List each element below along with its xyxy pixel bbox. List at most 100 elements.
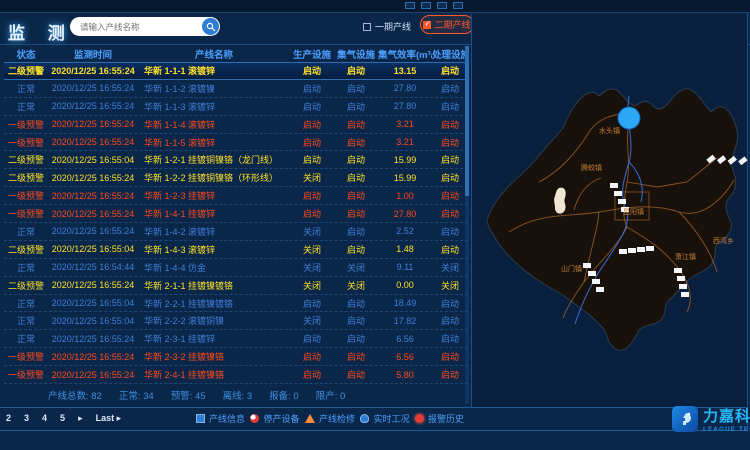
cell-proc: 启动: [432, 243, 468, 256]
cell-time: 2020/12/25 16:55:24: [48, 191, 138, 201]
cell-status: 二级预警: [4, 171, 48, 184]
district-map[interactable]: [479, 62, 750, 352]
legend-toggle-dot[interactable]: 报警历史: [415, 412, 464, 425]
page-button[interactable]: 5: [60, 413, 65, 424]
pagination: 2 3 4 5 ▸ Last ▸: [6, 413, 121, 424]
cell-eff: 6.56: [378, 334, 432, 344]
map-marker[interactable]: [618, 107, 640, 129]
table-row[interactable]: 一级预警2020/12/25 16:55:24华新 1-1-5 滚镀锌启动启动3…: [4, 134, 468, 152]
cell-name: 华新 2-1-1 挂镀镍镀铬: [138, 279, 290, 292]
summary-item: 报备: 0: [269, 388, 299, 402]
phase1-checkbox[interactable]: 一期产线: [363, 20, 411, 33]
cell-name: 华新 2-3-1 挂镀锌: [138, 332, 290, 345]
cell-prod: 启动: [290, 64, 334, 77]
cell-prod: 启动: [290, 332, 334, 345]
cell-eff: 17.82: [378, 316, 432, 326]
cell-name: 华新 1-4-3 滚镀锌: [138, 243, 290, 256]
table-row[interactable]: 正常2020/12/25 16:55:04华新 2-2-2 滚镀铜镍关闭启动17…: [4, 312, 468, 330]
table-row[interactable]: 一级预警2020/12/25 16:55:24华新 1-1-4 滚镀锌启动启动3…: [4, 116, 468, 134]
cell-prod: 关闭: [290, 243, 334, 256]
cell-name: 华新 1-2-2 挂镀铜镍铬（环形线）: [138, 171, 290, 184]
window-control-box[interactable]: [453, 2, 463, 9]
cell-eff: 0.00: [378, 280, 432, 290]
cell-prod: 启动: [290, 136, 334, 149]
legend-label: 停产设备: [263, 412, 299, 425]
cell-prod: 启动: [290, 153, 334, 166]
cell-status: 正常: [4, 332, 48, 345]
page-button[interactable]: 4: [42, 413, 47, 424]
table-row[interactable]: 一级预警2020/12/25 16:55:24华新 2-4-1 挂镀镍铬启动启动…: [4, 366, 468, 384]
table-row[interactable]: 二级预警2020/12/25 16:55:04华新 1-2-1 挂镀铜镍铬（龙门…: [4, 151, 468, 169]
summary-item: 正常: 34: [119, 388, 154, 402]
cell-gas: 启动: [334, 189, 378, 202]
search-input[interactable]: [70, 22, 202, 32]
cell-proc: 启动: [432, 189, 468, 202]
cell-time: 2020/12/25 16:55:24: [48, 137, 138, 147]
cell-status: 二级预警: [4, 64, 48, 77]
last-page-button[interactable]: Last ▸: [96, 413, 122, 424]
legend-label: 报警历史: [428, 412, 464, 425]
cell-gas: 关闭: [334, 261, 378, 274]
cell-proc: 启动: [432, 350, 468, 363]
table-row[interactable]: 一级预警2020/12/25 16:55:24华新 2-3-2 挂镀镍铬启动启动…: [4, 348, 468, 366]
column-header: 产线名称: [138, 47, 290, 61]
cell-prod: 启动: [290, 100, 334, 113]
legend-toggle-square[interactable]: 产线信息: [196, 412, 245, 425]
table-row[interactable]: 一级预警2020/12/25 16:55:24华新 1-2-3 挂镀锌启动启动1…: [4, 187, 468, 205]
window-control-box[interactable]: [405, 2, 415, 9]
cell-gas: 启动: [334, 153, 378, 166]
phase2-checkbox[interactable]: 二期产线: [420, 15, 474, 34]
column-header: 状态: [4, 47, 48, 61]
table-row[interactable]: 二级预警2020/12/25 16:55:24华新 1-2-2 挂镀铜镍铬（环形…: [4, 169, 468, 187]
cell-gas: 启动: [334, 350, 378, 363]
cell-prod: 启动: [290, 207, 334, 220]
cell-status: 正常: [4, 314, 48, 327]
cell-proc: 启动: [432, 100, 468, 113]
summary-item: 预警: 45: [171, 388, 206, 402]
cell-status: 正常: [4, 82, 48, 95]
window-top-strip: [0, 0, 750, 13]
table-row[interactable]: 二级预警2020/12/25 16:55:24华新 1-1-1 滚镀锌启动启动1…: [4, 62, 468, 80]
table-row[interactable]: 二级预警2020/12/25 16:55:04华新 1-4-3 滚镀锌关闭启动1…: [4, 241, 468, 259]
scrollbar-thumb[interactable]: [465, 46, 469, 196]
cell-name: 华新 2-3-2 挂镀镍铬: [138, 350, 290, 363]
cell-time: 2020/12/25 16:55:24: [48, 352, 138, 362]
window-control-box[interactable]: [421, 2, 431, 9]
cell-time: 2020/12/25 16:55:24: [48, 66, 138, 76]
next-page-button[interactable]: ▸: [78, 413, 83, 424]
cell-name: 华新 1-1-1 滚镀锌: [138, 64, 290, 77]
table-row[interactable]: 二级预警2020/12/25 16:55:24华新 2-1-1 挂镀镍镀铬关闭关…: [4, 277, 468, 295]
table-row[interactable]: 正常2020/12/25 16:55:24华新 2-3-1 挂镀锌启动启动6.5…: [4, 330, 468, 348]
cell-status: 一级预警: [4, 189, 48, 202]
brand-name-en: LEAGUE TECH: [703, 426, 750, 433]
table-row[interactable]: 正常2020/12/25 16:55:24华新 1-4-2 滚镀锌关闭启动2.5…: [4, 223, 468, 241]
summary-item: 离线: 3: [223, 388, 253, 402]
column-header: 监测时间: [48, 47, 138, 61]
cell-name: 华新 1-2-1 挂镀铜镍铬（龙门线）: [138, 153, 290, 166]
table-row[interactable]: 正常2020/12/25 16:54:44华新 1-4-4 仿金关闭关闭9.11…: [4, 259, 468, 277]
legend-toggle-gauge[interactable]: 实时工况: [360, 412, 409, 425]
table-row[interactable]: 正常2020/12/25 16:55:24华新 1-1-2 滚镀镍启动启动27.…: [4, 80, 468, 98]
window-control-box[interactable]: [437, 2, 447, 9]
cell-name: 华新 1-4-2 滚镀锌: [138, 225, 290, 238]
legend-toggle-triangle[interactable]: 产线检修: [305, 412, 355, 425]
search-button[interactable]: [202, 18, 219, 35]
cell-eff: 15.99: [378, 155, 432, 165]
cell-proc: 关闭: [432, 261, 468, 274]
page-button[interactable]: 2: [6, 413, 11, 424]
window-controls[interactable]: [405, 2, 463, 9]
page-button[interactable]: 3: [24, 413, 29, 424]
cell-time: 2020/12/25 16:55:24: [48, 370, 138, 380]
column-header: 处理设施: [432, 47, 468, 61]
table-scrollbar[interactable]: [465, 46, 469, 404]
legend-toggle-circle-red[interactable]: 停产设备: [250, 412, 299, 425]
table-row[interactable]: 正常2020/12/25 16:55:04华新 2-2-1 挂镀镍镀铬启动启动1…: [4, 295, 468, 313]
table-row[interactable]: 正常2020/12/25 16:55:24华新 1-1-3 滚镀锌启动启动27.…: [4, 98, 468, 116]
cell-gas: 启动: [334, 82, 378, 95]
cell-name: 华新 1-1-2 滚镀镍: [138, 82, 290, 95]
column-header: 集气效率(m³/s): [378, 47, 432, 61]
circle-red-icon: [250, 414, 259, 423]
cell-gas: 启动: [334, 100, 378, 113]
table-row[interactable]: 一级预警2020/12/25 16:55:24华新 1-4-1 挂镀锌启动启动2…: [4, 205, 468, 223]
cell-time: 2020/12/25 16:55:24: [48, 101, 138, 111]
